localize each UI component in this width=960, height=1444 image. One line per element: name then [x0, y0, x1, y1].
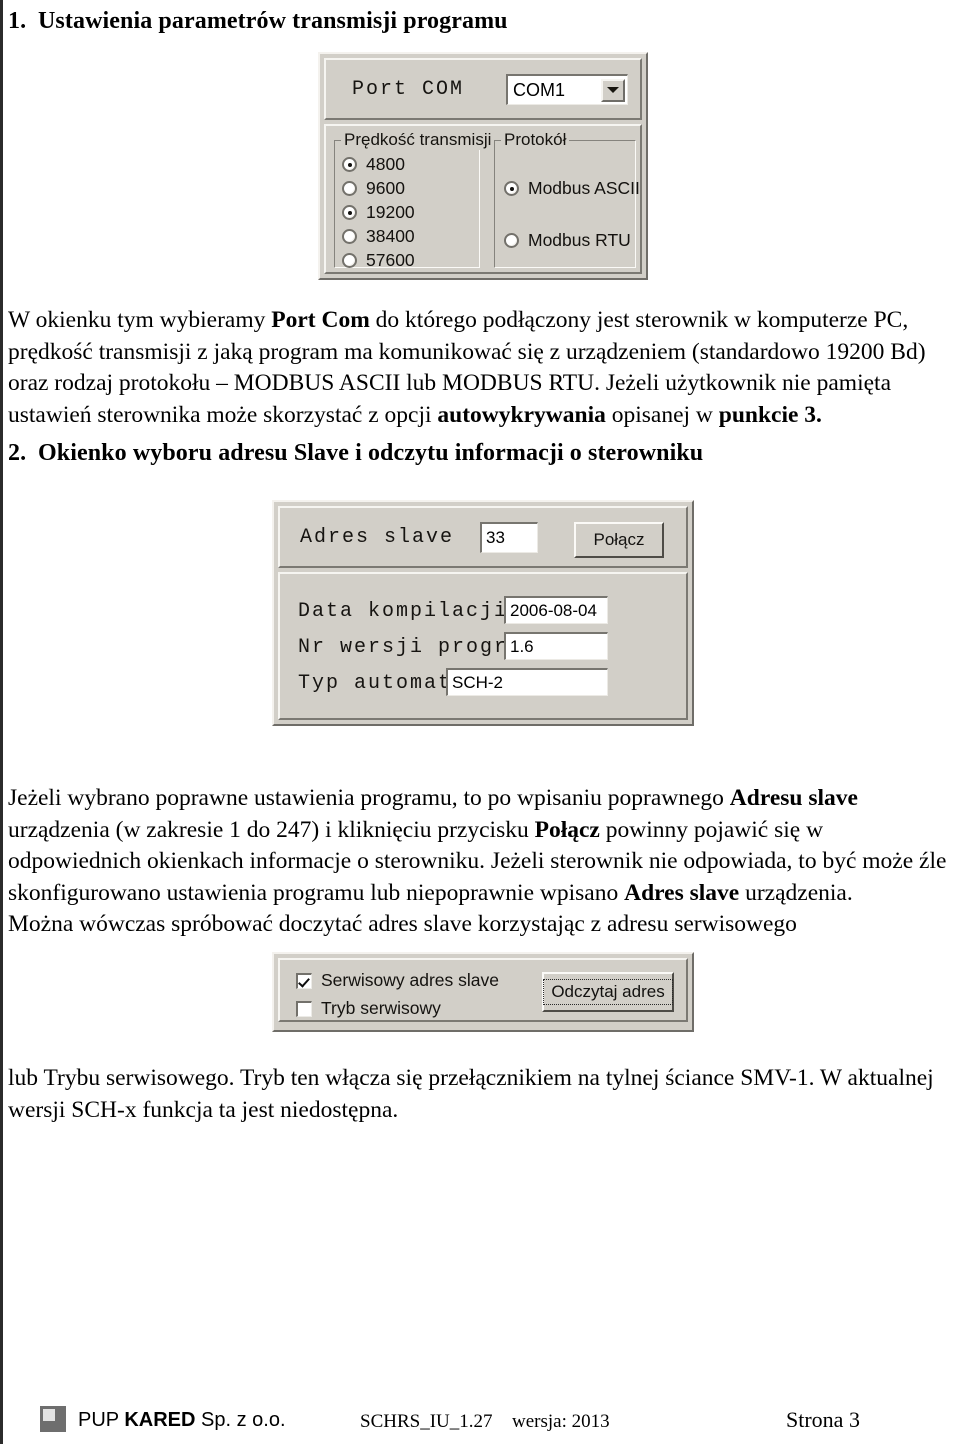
radio-baud-4800[interactable]: 4800: [342, 154, 405, 175]
p1-line1-part1: W okienku tym wybieramy: [8, 307, 272, 333]
footer-page-number: Strona 3: [786, 1407, 860, 1432]
footer-company-name: KARED: [124, 1409, 196, 1431]
service-address-dialog: Serwisowy adres slave Tryb serwisowy Odc…: [272, 952, 694, 1032]
radio-baud-19200[interactable]: 19200: [342, 202, 415, 223]
controller-info-panel: Data kompilacji 2006-08-04 Nr wersji pro…: [278, 572, 688, 720]
footer-company: PUP KARED Sp. z o.o.: [78, 1409, 286, 1432]
p2-line2-bold: Połącz: [534, 816, 600, 843]
radio-protocol-modbus-ascii[interactable]: Modbus ASCII: [504, 178, 640, 199]
radio-protocol-modbus-rtu[interactable]: Modbus RTU: [504, 230, 631, 251]
typ-automatu-value: SCH-2: [452, 672, 504, 692]
nr-wersji-programu-field[interactable]: 1.6: [504, 632, 608, 660]
section-1-title: Ustawienia parametrów transmisji program…: [38, 8, 508, 34]
transmission-settings-dialog: Port COM COM1 Prędkość transmisji 4800 9…: [318, 52, 648, 280]
radio-dot-icon: [342, 205, 357, 220]
radio-baud-9600[interactable]: 9600: [342, 178, 405, 199]
radio-baud-57600[interactable]: 57600: [342, 250, 415, 271]
p2-line4-part2: urządzenia.: [739, 879, 853, 906]
slave-address-input[interactable]: 33: [480, 522, 538, 553]
radio-baud-9600-label: 9600: [366, 178, 405, 198]
footer-document-id: SCHRS_IU_1.27: [360, 1411, 493, 1432]
section-2-number: 2.: [8, 440, 27, 466]
read-address-button-label: Odczytaj adres: [543, 979, 673, 1005]
nr-wersji-programu-value: 1.6: [510, 636, 534, 656]
connect-button-label: Połącz: [593, 530, 645, 549]
radio-dot-icon: [342, 253, 357, 268]
p3-line2: wersji SCH-x funkcja ta jest niedostępna…: [8, 1096, 399, 1123]
checkbox-tryb-serwisowy[interactable]: Tryb serwisowy: [296, 998, 441, 1019]
adres-slave-label: Adres slave: [300, 526, 455, 549]
checkbox-icon: [296, 972, 312, 989]
paragraph-transmission-description: W okienku tym wybieramy Port Com do któr…: [8, 305, 952, 431]
p2-line4-bold: Adres slave: [624, 879, 740, 906]
radio-baud-38400-label: 38400: [366, 226, 415, 246]
p2-line1-bold: Adresu slave: [729, 785, 858, 811]
port-panel: Port COM COM1: [324, 58, 642, 120]
p1-line4-part2: opisanej w: [605, 401, 719, 428]
p1-line4-bold1: autowykrywania: [437, 401, 606, 428]
footer-document-version: wersja: 2013: [512, 1411, 610, 1432]
p1-line2: prędkość transmisji z jaką program ma ko…: [8, 338, 926, 365]
footer-company-suffix: Sp. z o.o.: [195, 1409, 286, 1431]
section-2-heading: 2. Okienko wyboru adresu Slave i odczytu …: [8, 440, 703, 467]
radio-dot-icon: [504, 181, 519, 196]
p1-line4-part1: ustawień sterownika może skorzystać z op…: [8, 401, 438, 428]
port-com-combobox[interactable]: COM1: [506, 74, 628, 105]
checkbox-icon: [296, 1000, 312, 1017]
p1-line4-bold2: punkcie 3.: [718, 401, 822, 428]
transmission-options-panel: Prędkość transmisji 4800 9600 19200 3840…: [324, 124, 642, 274]
p1-line3: oraz rodzaj protokołu – MODBUS ASCII lub…: [8, 370, 891, 396]
read-address-button[interactable]: Odczytaj adres: [542, 972, 674, 1012]
paragraph-service-mode-description: lub Trybu serwisowego. Tryb ten włącza s…: [8, 1063, 952, 1126]
radio-baud-4800-label: 4800: [366, 154, 405, 174]
kared-logo-icon: [40, 1406, 66, 1432]
baud-rate-group-title: Prędkość transmisji: [341, 130, 495, 150]
slave-address-panel: Adres slave 33 Połącz: [278, 506, 688, 568]
radio-dot-icon: [504, 233, 519, 248]
p2-line5: Można wówczas spróbować doczytać adres s…: [8, 911, 797, 937]
service-options-panel: Serwisowy adres slave Tryb serwisowy Odc…: [278, 958, 688, 1022]
p1-line1-bold: Port Com: [271, 307, 370, 333]
chevron-down-icon[interactable]: [601, 78, 625, 102]
data-kompilacji-field[interactable]: 2006-08-04: [504, 596, 608, 624]
slave-address-value: 33: [486, 528, 505, 547]
checkbox-tryb-serwisowy-label: Tryb serwisowy: [321, 998, 441, 1018]
p3-line1: lub Trybu serwisowego. Tryb ten włącza s…: [8, 1065, 934, 1091]
connect-button[interactable]: Połącz: [574, 522, 664, 558]
radio-dot-icon: [342, 181, 357, 196]
p2-line2-part2: powinny pojawić się w: [599, 816, 824, 843]
p2-line4-part1: skonfigurowano ustawienia programu lub n…: [8, 879, 625, 906]
port-com-label: Port COM: [352, 78, 465, 101]
radio-protocol-modbus-rtu-label: Modbus RTU: [528, 230, 631, 250]
section-1-number: 1.: [8, 8, 27, 34]
p2-line1-part1: Jeżeli wybrano poprawne ustawienia progr…: [8, 785, 730, 811]
data-kompilacji-label: Data kompilacji: [298, 600, 509, 623]
p2-line3: odpowiednich okienkach informacje o ster…: [8, 848, 947, 874]
radio-protocol-modbus-ascii-label: Modbus ASCII: [528, 178, 640, 198]
p2-line2-part1: urządzenia (w zakresie 1 do 247) i klikn…: [8, 816, 535, 843]
radio-baud-57600-label: 57600: [366, 250, 415, 270]
checkbox-serwisowy-adres-slave-label: Serwisowy adres slave: [321, 970, 499, 990]
radio-baud-19200-label: 19200: [366, 202, 415, 222]
paragraph-slave-address-description: Jeżeli wybrano poprawne ustawienia progr…: [8, 783, 952, 941]
port-com-selected-value: COM1: [513, 79, 566, 100]
radio-baud-38400[interactable]: 38400: [342, 226, 415, 247]
typ-automatu-field[interactable]: SCH-2: [446, 668, 608, 696]
section-2-title: Okienko wyboru adresu Slave i odczytu in…: [38, 440, 704, 466]
p1-line1-part2: do którego podłączony jest sterownik w k…: [369, 307, 909, 333]
protocol-group-title: Protokół: [501, 130, 570, 150]
typ-automatu-label: Typ automatu: [298, 672, 467, 695]
section-1-heading: 1. Ustawienia parametrów transmisji progr…: [8, 8, 508, 35]
footer-company-prefix: PUP: [78, 1409, 125, 1431]
slave-address-dialog: Adres slave 33 Połącz Data kompilacji 20…: [272, 500, 694, 726]
radio-dot-icon: [342, 229, 357, 244]
document-page: 1. Ustawienia parametrów transmisji progr…: [0, 0, 960, 1444]
radio-dot-icon: [342, 157, 357, 172]
checkbox-serwisowy-adres-slave[interactable]: Serwisowy adres slave: [296, 970, 499, 991]
data-kompilacji-value: 2006-08-04: [510, 600, 597, 620]
